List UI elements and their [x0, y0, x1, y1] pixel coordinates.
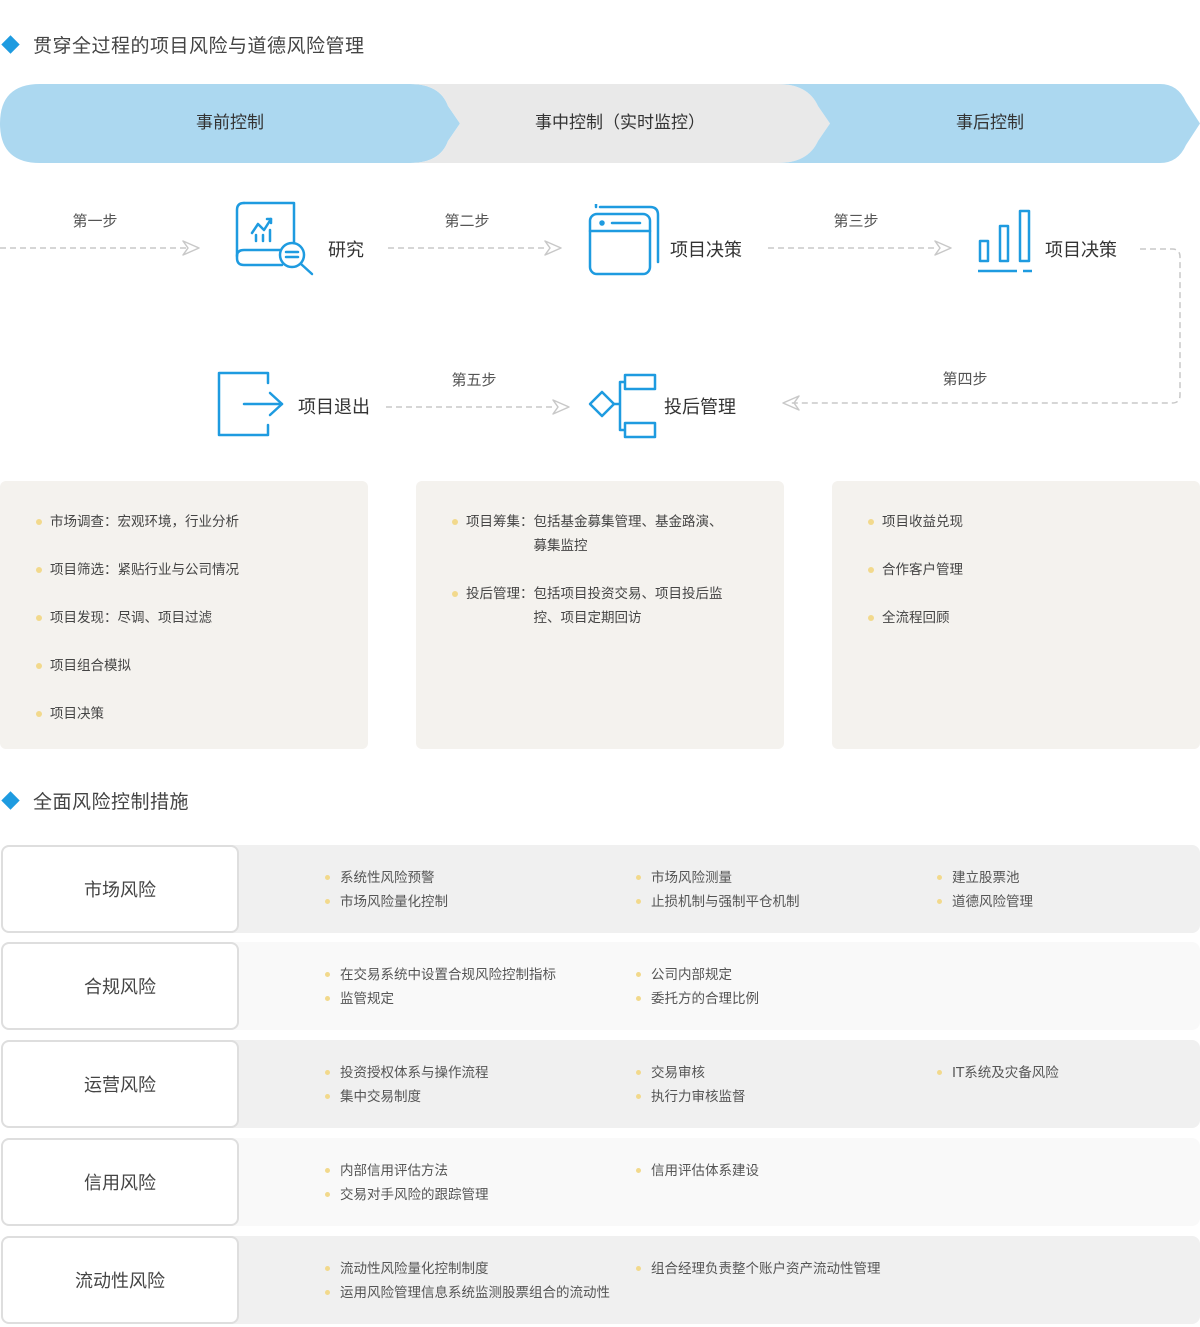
step-label-3: 第三步: [833, 212, 879, 230]
list-item: 项目筛选：紧贴行业与公司情况: [36, 558, 348, 582]
node-label-research: 研究: [328, 240, 364, 261]
list-item: 交易审核: [636, 1061, 746, 1085]
step-label-1: 第一步: [72, 212, 118, 230]
risk-measure-column: 交易审核 执行力审核监督: [636, 1061, 746, 1109]
card-pre-control: 市场调查：宏观环境，行业分析 项目筛选：紧贴行业与公司情况 项目发现：尽调、项目…: [0, 481, 368, 749]
list-item: 集中交易制度: [325, 1085, 489, 1109]
card-mid-control: 项目筹集：包括基金募集管理、基金路演、募集监控 投后管理：包括项目投资交易、项目…: [416, 481, 784, 749]
exit-arrow-icon: [217, 371, 284, 437]
hierarchy-icon: [588, 373, 657, 439]
list-item: 交易对手风险的跟踪管理: [325, 1183, 489, 1207]
node-label-decision-2: 项目决策: [1045, 240, 1117, 261]
list-item: 市场调查：宏观环境，行业分析: [36, 510, 348, 534]
risk-name-box: 运营风险: [1, 1040, 239, 1128]
card-post-control: 项目收益兑现 合作客户管理 全流程回顾: [832, 481, 1200, 749]
list-item: 在交易系统中设置合规风险控制指标: [325, 963, 556, 987]
risk-measure-column: 组合经理负责整个账户资产流动性管理: [636, 1257, 881, 1281]
node-label-post-investment: 投后管理: [664, 397, 736, 418]
step-label-5: 第五步: [451, 371, 497, 389]
list-item: 项目决策: [36, 702, 348, 726]
list-item-value: 包括项目投资交易、项目投后监控、项目定期回访: [533, 586, 723, 626]
arrow-head-step2: [544, 240, 562, 256]
list-item: 道德风险管理: [937, 890, 1033, 914]
risk-row-market: 市场风险 系统性风险预警 市场风险量化控制 市场风险测量 止损机制与强制平仓机制…: [0, 845, 1200, 933]
risk-row-credit: 信用风险 内部信用评估方法 交易对手风险的跟踪管理 信用评估体系建设: [0, 1138, 1200, 1226]
arrow-head-step3: [934, 240, 952, 256]
risk-measure-column: 建立股票池 道德风险管理: [937, 866, 1033, 914]
risk-measure-column: 流动性风险量化控制制度 运用风险管理信息系统监测股票组合的流动性: [325, 1257, 610, 1305]
step-label-2: 第二步: [444, 212, 490, 230]
step-label-4: 第四步: [942, 370, 988, 388]
list-item: 运用风险管理信息系统监测股票组合的流动性: [325, 1281, 610, 1305]
node-label-exit: 项目退出: [298, 397, 370, 418]
risk-name-box: 市场风险: [1, 845, 239, 933]
bar-chart-icon: [978, 209, 1032, 273]
list-item: 建立股票池: [937, 866, 1033, 890]
list-item: 执行力审核监督: [636, 1085, 746, 1109]
list-item: 项目发现：尽调、项目过滤: [36, 606, 348, 630]
list-item: 项目收益兑现: [868, 510, 1180, 534]
arrow-head-step5: [552, 399, 570, 415]
list-item-key: 投后管理：: [466, 586, 534, 602]
list-item-value: 包括基金募集管理、基金路演、募集监控: [533, 514, 723, 554]
research-book-icon: [235, 201, 314, 276]
list-item: 公司内部规定: [636, 963, 759, 987]
list-item-key: 项目筹集：: [466, 514, 534, 530]
risk-name-box: 信用风险: [1, 1138, 239, 1226]
list-item: 投资授权体系与操作流程: [325, 1061, 489, 1085]
list-item: IT系统及灾备风险: [937, 1061, 1059, 1085]
risk-measure-column: 市场风险测量 止损机制与强制平仓机制: [636, 866, 800, 914]
list-item: 委托方的合理比例: [636, 987, 759, 1011]
list-item: 内部信用评估方法: [325, 1159, 489, 1183]
list-item: 市场风险量化控制: [325, 890, 448, 914]
risk-row-liquidity: 流动性风险 流动性风险量化控制制度 运用风险管理信息系统监测股票组合的流动性 组…: [0, 1236, 1200, 1324]
risk-name-box: 流动性风险: [1, 1236, 239, 1324]
list-item: 市场风险测量: [636, 866, 800, 890]
risk-row-operations: 运营风险 投资授权体系与操作流程 集中交易制度 交易审核 执行力审核监督 IT系…: [0, 1040, 1200, 1128]
list-item: 系统性风险预警: [325, 866, 448, 890]
section-title-risk-control: 全面风险控制措施: [0, 785, 189, 815]
list-item: 项目筹集：包括基金募集管理、基金路演、募集监控: [452, 510, 764, 558]
list-item: 流动性风险量化控制制度: [325, 1257, 610, 1281]
list-item: 组合经理负责整个账户资产流动性管理: [636, 1257, 881, 1281]
section-title-text: 全面风险控制措施: [33, 790, 190, 813]
list-item: 监管规定: [325, 987, 556, 1011]
risk-measure-column: 投资授权体系与操作流程 集中交易制度: [325, 1061, 489, 1109]
risk-name-box: 合规风险: [1, 942, 239, 1030]
risk-measure-column: 系统性风险预警 市场风险量化控制: [325, 866, 448, 914]
risk-measure-column: 公司内部规定 委托方的合理比例: [636, 963, 759, 1011]
list-item: 止损机制与强制平仓机制: [636, 890, 800, 914]
risk-measure-column: 信用评估体系建设: [636, 1159, 759, 1183]
risk-measure-column: 内部信用评估方法 交易对手风险的跟踪管理: [325, 1159, 489, 1207]
list-item: 投后管理：包括项目投资交易、项目投后监控、项目定期回访: [452, 582, 764, 630]
list-item: 项目组合模拟: [36, 654, 348, 678]
risk-measure-column: 在交易系统中设置合规风险控制指标 监管规定: [325, 963, 556, 1011]
list-item: 全流程回顾: [868, 606, 1180, 630]
node-label-decision-1: 项目决策: [670, 240, 742, 261]
risk-measure-column: IT系统及灾备风险: [937, 1061, 1059, 1085]
diamond-bullet-icon: [1, 790, 20, 810]
list-item: 信用评估体系建设: [636, 1159, 759, 1183]
browser-window-icon: [588, 204, 660, 276]
risk-row-compliance: 合规风险 在交易系统中设置合规风险控制指标 监管规定 公司内部规定 委托方的合理…: [0, 942, 1200, 1030]
list-item: 合作客户管理: [868, 558, 1180, 582]
